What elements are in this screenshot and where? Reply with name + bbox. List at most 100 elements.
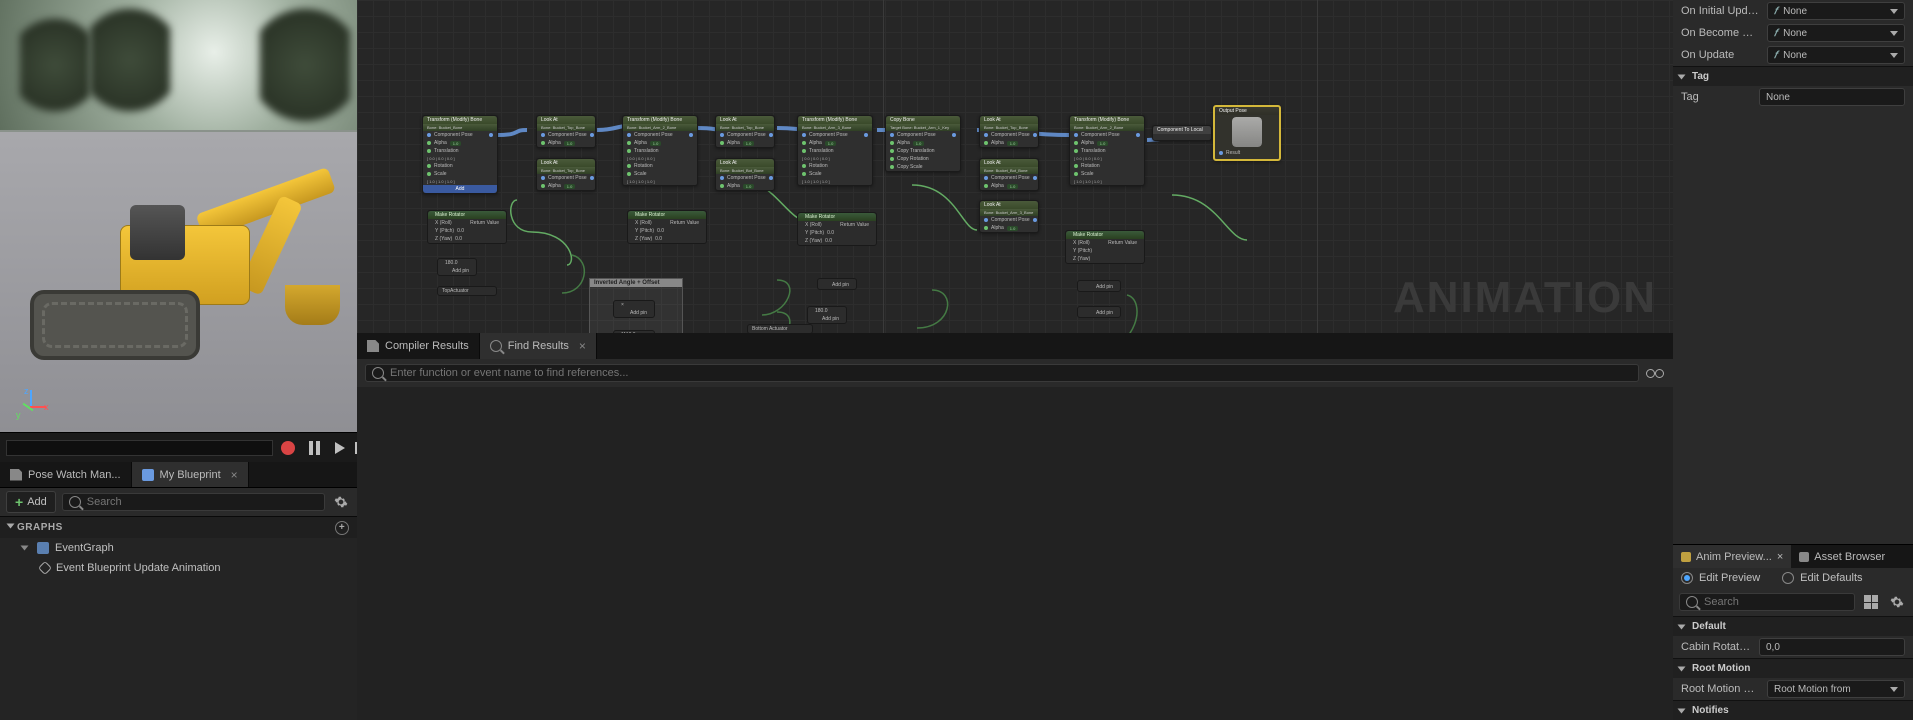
chevron-down-icon [1890,31,1898,36]
combo-on-become-relevant[interactable]: 𝑓 None [1767,24,1905,42]
binoculars-icon [1646,366,1664,380]
node-copy-bone[interactable]: Copy Bone Target Bone: Bucket_Arm_1_Key … [885,115,961,172]
detail-on-initial-update: On Initial Update 𝑓 None [1673,0,1913,22]
step-button[interactable] [329,437,351,459]
radio-edit-defaults[interactable] [1782,572,1794,584]
graph-event-bp-update[interactable]: Event Blueprint Update Animation [0,558,357,578]
anim-preview-search[interactable] [1679,593,1855,611]
var-top-actuator[interactable]: TopActuator [437,286,497,296]
settings-button[interactable] [1887,592,1907,612]
close-icon[interactable]: × [231,468,238,482]
node-look-at-2[interactable]: Look At Bone: Bucket_Top_Bone Component … [715,115,775,148]
expand-icon [7,524,15,529]
bottom-panel-tabs: Compiler Results Find Results × [357,333,1673,359]
anim-preview-search-input[interactable] [1704,596,1848,608]
expand-icon [1678,624,1686,629]
find-toolbar [357,359,1673,387]
category-default[interactable]: Default [1673,616,1913,636]
node-transform-modify-5[interactable]: Transform (Modify) Bone Bone: Bucket_Arm… [1069,115,1145,186]
find-search[interactable] [365,364,1639,382]
pose-runner-icon [1232,117,1262,147]
find-input[interactable] [390,367,1632,379]
close-icon[interactable]: × [579,339,586,353]
tag-input[interactable] [1759,88,1905,106]
tab-my-blueprint[interactable]: My Blueprint × [132,462,249,487]
tab-anim-preview[interactable]: Anim Preview... × [1673,545,1791,568]
anim-preview-icon [1681,552,1691,562]
var-bottom-actuator[interactable]: Bottom Actuator [747,324,813,333]
settings-button[interactable] [331,492,351,512]
node-transform-modify-3[interactable]: Transform (Modify) Bone Bone: Bucket_Arm… [797,115,873,186]
search-icon [1686,596,1698,608]
gear-icon [334,495,348,509]
graph-eventgraph[interactable]: EventGraph [0,538,357,558]
find-in-blueprints-button[interactable] [1645,363,1665,383]
graphs-category[interactable]: GRAPHS + [0,516,357,538]
event-icon [38,561,52,575]
tab-compiler-results[interactable]: Compiler Results [357,333,480,359]
node-transform-modify-1[interactable]: Transform (Modify) Bone Bone: Bucket_Bon… [422,115,498,194]
combo-root-motion-mode[interactable]: Root Motion from [1767,680,1905,698]
blueprint-search[interactable] [62,493,325,511]
node-add-3b[interactable]: 180.0 Add pin [807,306,847,324]
node-look-at-4c[interactable]: Look At Bone: Bucket_Arm_3_Bone Componen… [979,200,1039,233]
node-look-at-4a[interactable]: Look At Bone: Bucket_Top_Bone Component … [979,115,1039,148]
cabin-rotation-input[interactable] [1759,638,1905,656]
node-make-rotator-5[interactable]: Make Rotator X (Roll)Return Value Y (Pit… [1065,230,1145,264]
close-icon[interactable]: × [1777,551,1783,563]
axis-gizmo[interactable]: z x y [18,390,48,420]
gear-icon [1890,595,1904,609]
node-add-3a[interactable]: Add pin [817,278,857,290]
node-look-at-4b[interactable]: Look At Bone: Bucket_Bot_Bone Component … [979,158,1039,191]
tab-find-results[interactable]: Find Results × [480,333,597,359]
node-add-5b[interactable]: Add pin [1077,306,1121,318]
view-options-button[interactable] [1861,592,1881,612]
chevron-down-icon [1890,53,1898,58]
compiler-icon [367,340,379,352]
playback-bar [0,432,357,462]
timeline-scrubber[interactable] [6,440,273,456]
blueprint-icon [142,469,154,481]
node-add-c2[interactable]: 1110.0 Add pin [613,330,655,333]
node-make-rotator-2[interactable]: Make Rotator X (Roll)Return Value Y (Pit… [627,210,707,244]
node-add-1[interactable]: 180.0 Add pin [437,258,477,276]
category-root-motion[interactable]: Root Motion [1673,658,1913,678]
add-label: Add [27,496,47,508]
node-add-5a[interactable]: Add pin [1077,280,1121,292]
graph-icon [37,542,49,554]
excavator-mesh [20,130,340,360]
node-add-c1[interactable]: × Add pin [613,300,655,318]
pause-button[interactable] [303,437,325,459]
add-button[interactable]: + Add [6,491,56,513]
detail-on-become-relevant: On Become Rel... 𝑓 None [1673,22,1913,44]
preview-viewport[interactable]: z x y [0,0,357,432]
tab-asset-browser[interactable]: Asset Browser [1791,545,1893,568]
node-output-pose[interactable]: Output Pose Result [1213,105,1281,161]
node-make-rotator-3[interactable]: Make Rotator X (Roll)Return Value Y (Pit… [797,212,877,246]
tab-pose-watch[interactable]: Pose Watch Man... [0,462,132,487]
search-input[interactable] [87,496,318,508]
detail-on-update: On Update 𝑓 None [1673,44,1913,66]
node-make-rotator-1[interactable]: Make Rotator X (Roll)Return Value Y (Pit… [427,210,507,244]
function-icon: 𝑓 [1774,28,1777,39]
node-look-at-1[interactable]: Look At Bone: Bucket_Top_Bone Component … [536,115,596,148]
search-icon [69,496,81,508]
combo-on-initial-update[interactable]: 𝑓 None [1767,2,1905,20]
expand-icon [1678,708,1686,713]
add-graph-button[interactable]: + [335,521,349,535]
anim-graph-canvas[interactable]: ANIMATION [357,0,1673,333]
radio-edit-preview[interactable] [1681,572,1693,584]
node-look-at-1b[interactable]: Look At Bone: Bucket_Top_Bone Component … [536,158,596,191]
record-button[interactable] [277,437,299,459]
detail-tag: Tag [1673,86,1913,108]
asset-tabs: Anim Preview... × Asset Browser [1673,544,1913,568]
category-tag[interactable]: Tag [1673,66,1913,86]
combo-on-update[interactable]: 𝑓 None [1767,46,1905,64]
node-transform-modify-2[interactable]: Transform (Modify) Bone Bone: Bucket_Arm… [622,115,698,186]
category-notifies[interactable]: Notifies [1673,700,1913,720]
record-icon [281,441,295,455]
node-component-to-local[interactable]: Component To Local [1152,125,1212,141]
chevron-down-icon [1890,9,1898,14]
node-look-at-2b[interactable]: Look At Bone: Bucket_Bot_Bone Component … [715,158,775,191]
left-panel-tabs: Pose Watch Man... My Blueprint × [0,462,357,488]
